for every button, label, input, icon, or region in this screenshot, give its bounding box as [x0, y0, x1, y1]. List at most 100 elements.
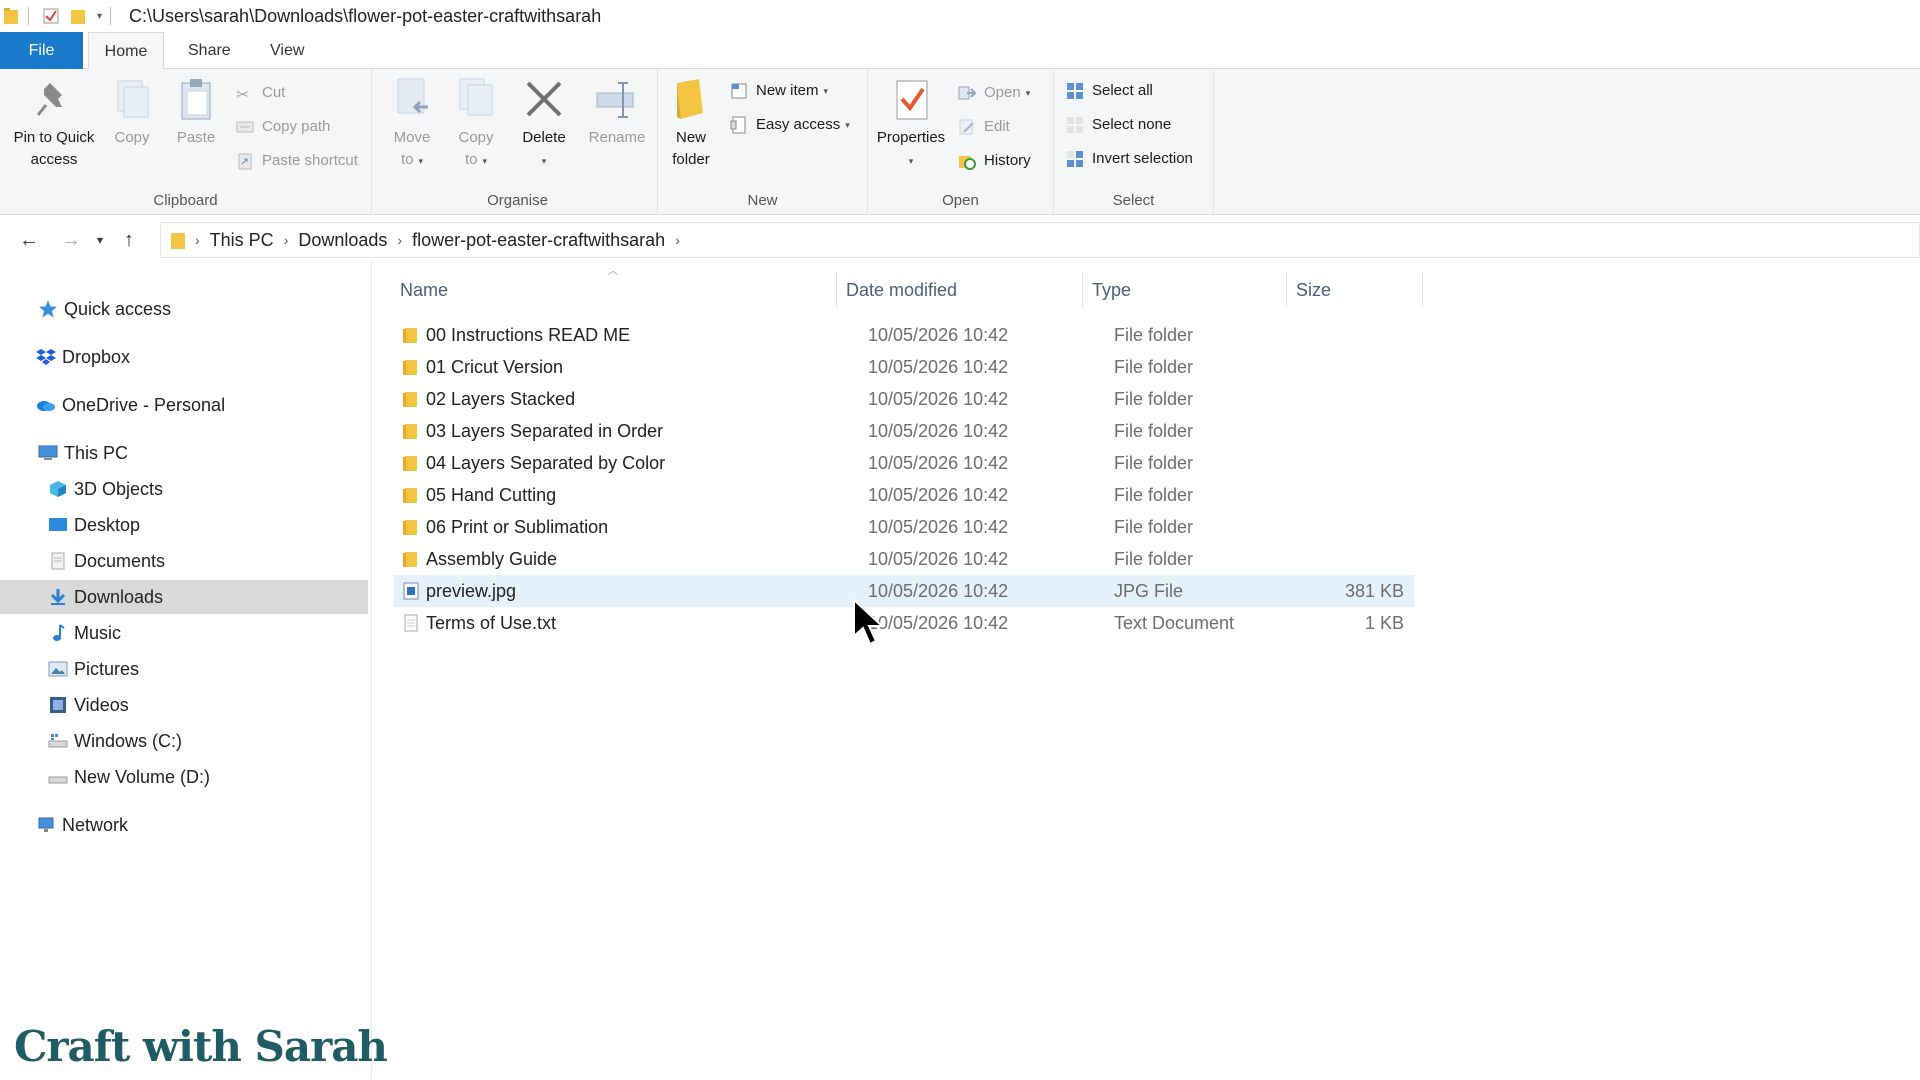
- address-path[interactable]: › This PC › Downloads › flower-pot-easte…: [160, 222, 1920, 258]
- invert-selection-button[interactable]: Invert selection: [1066, 147, 1193, 171]
- new-folder-quick-icon[interactable]: [71, 8, 85, 24]
- breadcrumb-downloads[interactable]: Downloads: [298, 230, 387, 251]
- new-folder-label-line1: New: [675, 129, 706, 146]
- easy-access-button[interactable]: Easy access ▾: [730, 113, 850, 137]
- up-arrow-icon[interactable]: ↑: [114, 229, 144, 252]
- cut-button[interactable]: ✂ Cut: [236, 81, 285, 105]
- nav-item-new-volume-d[interactable]: New Volume (D:): [0, 760, 368, 794]
- properties-icon: [896, 80, 928, 120]
- back-arrow-icon[interactable]: ←: [14, 229, 44, 252]
- new-folder-button[interactable]: New folder: [664, 77, 718, 171]
- customize-quick-access-icon[interactable]: ▾: [97, 11, 102, 22]
- file-type: JPG File: [1114, 581, 1184, 601]
- breadcrumb-chevron-icon[interactable]: ›: [397, 232, 402, 248]
- file-type: File folder: [1114, 549, 1194, 569]
- nav-item-downloads[interactable]: Downloads: [0, 580, 368, 614]
- breadcrumb-current-folder[interactable]: flower-pot-easter-craftwithsarah: [412, 230, 665, 251]
- edit-button[interactable]: Edit: [958, 115, 1010, 139]
- invert-selection-icon: [1067, 151, 1083, 167]
- history-button[interactable]: History: [958, 149, 1031, 173]
- nav-item-pictures[interactable]: Pictures: [0, 652, 368, 686]
- dropbox-icon: [36, 349, 56, 365]
- cloud-icon: [37, 401, 55, 411]
- paste-button[interactable]: Paste: [170, 77, 222, 149]
- nav-label: Pictures: [74, 659, 140, 679]
- new-item-button[interactable]: New item ▾: [730, 79, 828, 103]
- select-all-label: Select all: [1092, 82, 1153, 99]
- copy-button[interactable]: Copy: [108, 77, 156, 149]
- select-none-button[interactable]: Select none: [1066, 113, 1171, 137]
- file-type: Text Document: [1114, 613, 1235, 633]
- column-header-name[interactable]: Name: [400, 272, 448, 308]
- open-group-label: Open: [942, 192, 979, 209]
- nav-item-3d-objects[interactable]: 3D Objects: [0, 472, 368, 506]
- easy-access-label: Easy access: [756, 116, 841, 133]
- column-divider[interactable]: [1422, 272, 1423, 308]
- file-row[interactable]: Assembly Guide 10/05/2026 10:42 File fol…: [394, 543, 1790, 575]
- file-row[interactable]: 01 Cricut Version 10/05/2026 10:42 File …: [394, 351, 1790, 383]
- column-header-size[interactable]: Size: [1296, 272, 1331, 308]
- rename-button[interactable]: Rename: [584, 77, 650, 149]
- file-row[interactable]: 05 Hand Cutting 10/05/2026 10:42 File fo…: [394, 479, 1790, 511]
- recent-locations-chevron-icon[interactable]: ▾: [90, 233, 110, 247]
- nav-item-quick-access[interactable]: Quick access: [0, 292, 368, 326]
- open-button[interactable]: Open ▾: [958, 81, 1030, 105]
- pin-label-line2: access: [30, 151, 78, 168]
- breadcrumb-chevron-icon[interactable]: ›: [675, 232, 680, 248]
- folder-icon: [403, 360, 417, 375]
- folder-icon: [403, 520, 417, 535]
- pin-label-line1: Pin to Quick: [13, 129, 95, 146]
- tab-file[interactable]: File: [0, 32, 83, 69]
- file-row-selected[interactable]: preview.jpg 10/05/2026 10:42 JPG File 38…: [394, 575, 1414, 607]
- select-all-button[interactable]: Select all: [1066, 79, 1153, 103]
- column-header-date-modified[interactable]: Date modified: [846, 272, 957, 308]
- history-label: History: [984, 152, 1031, 169]
- properties-button[interactable]: Properties ▾: [874, 77, 948, 172]
- address-bar: ← → ▾ ↑ › This PC › Downloads › flower-p…: [0, 218, 1920, 262]
- new-item-icon: [731, 83, 747, 99]
- column-divider[interactable]: [1082, 272, 1083, 308]
- pin-to-quick-access-button[interactable]: Pin to Quick access: [6, 77, 102, 171]
- star-icon: [39, 300, 57, 318]
- paste-shortcut-button[interactable]: Paste shortcut: [236, 149, 358, 173]
- navigation-pane: Quick access Dropbox OneDrive - Personal…: [0, 262, 372, 1080]
- nav-label: Videos: [74, 695, 129, 715]
- history-icon: [959, 156, 976, 170]
- file-row[interactable]: Terms of Use.txt 10/05/2026 10:42 Text D…: [394, 607, 1790, 639]
- nav-item-windows-c[interactable]: Windows (C:): [0, 724, 368, 758]
- file-row[interactable]: 02 Layers Stacked 10/05/2026 10:42 File …: [394, 383, 1790, 415]
- nav-item-this-pc[interactable]: This PC: [0, 436, 368, 470]
- nav-item-dropbox[interactable]: Dropbox: [0, 340, 368, 374]
- nav-item-music[interactable]: Music: [0, 616, 368, 650]
- folder-icon: [4, 8, 18, 24]
- select-group: Select all Select none Invert selection …: [1054, 69, 1214, 215]
- file-row[interactable]: 04 Layers Separated by Color 10/05/2026 …: [394, 447, 1790, 479]
- forward-arrow-icon[interactable]: →: [56, 229, 86, 252]
- column-divider[interactable]: [1286, 272, 1287, 308]
- delete-button[interactable]: Delete ▾: [514, 77, 574, 172]
- tab-view[interactable]: View: [256, 32, 318, 69]
- nav-item-videos[interactable]: Videos: [0, 688, 368, 722]
- cut-label: Cut: [262, 84, 286, 101]
- tab-home[interactable]: Home: [88, 32, 164, 69]
- nav-item-desktop[interactable]: Desktop: [0, 508, 368, 542]
- copy-path-button[interactable]: Copy path: [236, 115, 330, 139]
- tab-share[interactable]: Share: [174, 32, 245, 69]
- file-row[interactable]: 06 Print or Sublimation 10/05/2026 10:42…: [394, 511, 1790, 543]
- breadcrumb-chevron-icon[interactable]: ›: [284, 232, 289, 248]
- folder-icon: [403, 392, 417, 407]
- breadcrumb-this-pc[interactable]: This PC: [210, 230, 274, 251]
- file-row[interactable]: 03 Layers Separated in Order 10/05/2026 …: [394, 415, 1790, 447]
- nav-item-documents[interactable]: Documents: [0, 544, 368, 578]
- copy-to-button[interactable]: Copy to ▾: [448, 77, 504, 172]
- nav-item-onedrive[interactable]: OneDrive - Personal: [0, 388, 368, 422]
- move-to-label-line2: to: [400, 151, 414, 168]
- nav-item-network[interactable]: Network: [0, 808, 368, 842]
- column-header-type[interactable]: Type: [1092, 272, 1131, 308]
- column-divider[interactable]: [836, 272, 837, 308]
- breadcrumb-chevron-icon[interactable]: ›: [195, 232, 200, 248]
- move-to-button[interactable]: Move to ▾: [384, 77, 440, 172]
- copy-to-label-line2: to: [464, 151, 478, 168]
- file-row[interactable]: 00 Instructions READ ME 10/05/2026 10:42…: [394, 319, 1790, 351]
- properties-quick-icon[interactable]: [43, 8, 59, 24]
